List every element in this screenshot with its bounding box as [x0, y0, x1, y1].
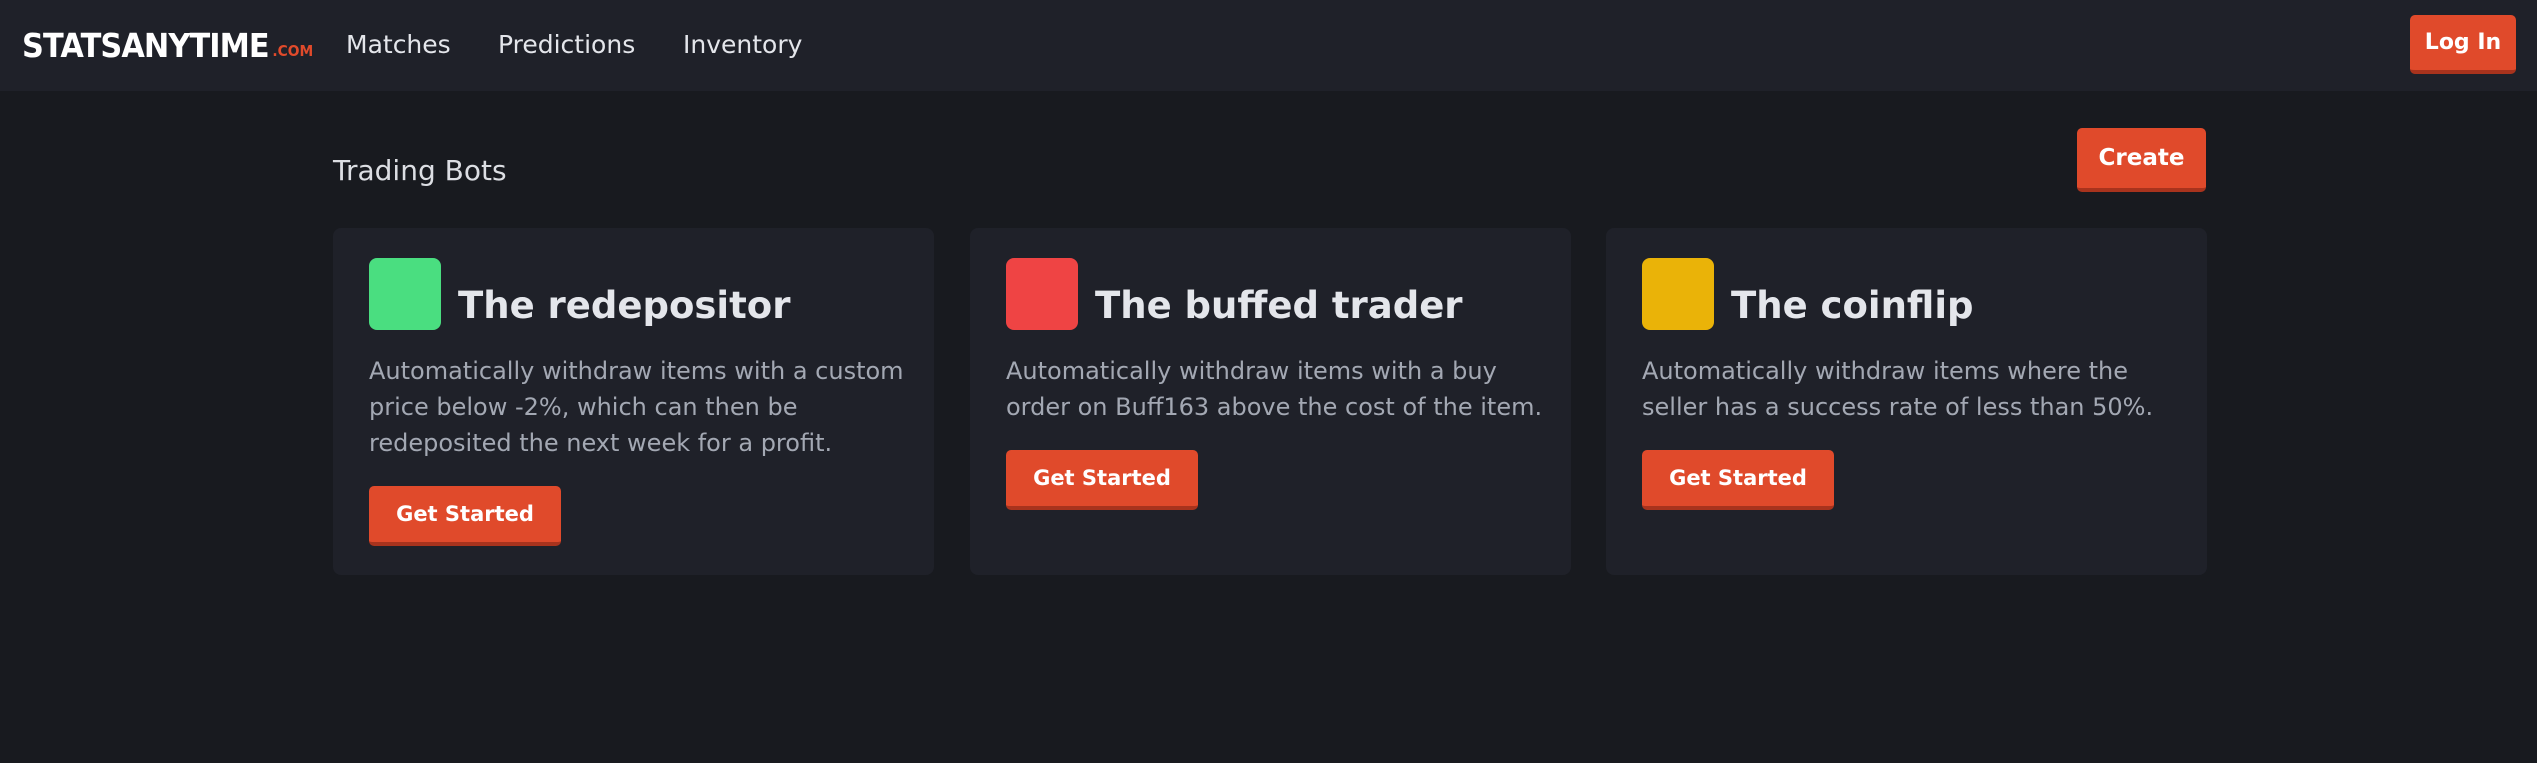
login-button[interactable]: Log In	[2410, 15, 2516, 74]
logo-text: STATSANYTIME	[22, 26, 270, 65]
bot-title: The redepositor	[458, 284, 791, 327]
site-logo[interactable]: STATSANYTIME .COM	[22, 25, 313, 65]
bot-color-swatch	[1642, 258, 1714, 330]
bot-title: The coinflip	[1731, 284, 1974, 327]
top-navbar: STATSANYTIME .COM Matches Predictions Inv…	[0, 0, 2537, 91]
bot-card-buffed-trader: The buffed trader Automatically withdraw…	[970, 228, 1571, 575]
bot-description: Automatically withdraw items with a cust…	[369, 357, 904, 457]
create-button[interactable]: Create	[2077, 128, 2206, 192]
bot-color-swatch	[369, 258, 441, 330]
get-started-button[interactable]: Get Started	[369, 486, 561, 546]
get-started-button[interactable]: Get Started	[1006, 450, 1198, 510]
nav-link-predictions[interactable]: Predictions	[498, 26, 635, 64]
bot-description: Automatically withdraw items with a buy …	[1006, 357, 1543, 421]
logo-suffix: .COM	[272, 42, 314, 60]
bot-color-swatch	[1006, 258, 1078, 330]
bot-card-redepositor: The redepositor Automatically withdraw i…	[333, 228, 934, 575]
nav-link-inventory[interactable]: Inventory	[683, 26, 802, 64]
bot-description: Automatically withdraw items where the s…	[1642, 357, 2154, 421]
bot-card-coinflip: The coinflip Automatically withdraw item…	[1606, 228, 2207, 575]
bot-title: The buffed trader	[1095, 284, 1463, 327]
get-started-button[interactable]: Get Started	[1642, 450, 1834, 510]
nav-link-matches[interactable]: Matches	[346, 26, 451, 64]
page-title: Trading Bots	[333, 154, 507, 187]
